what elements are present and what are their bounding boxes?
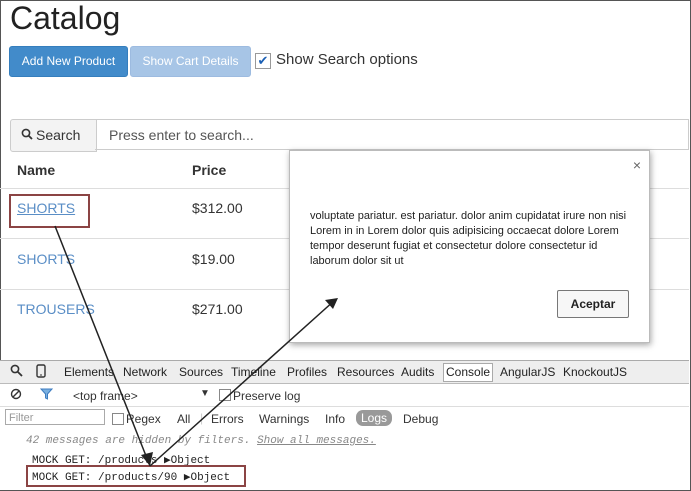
annotation-arrowhead [141,452,153,466]
annotation-arrow-line [149,299,336,467]
annotation-arrows [54,225,338,467]
annotation-arrow-line [54,225,151,467]
